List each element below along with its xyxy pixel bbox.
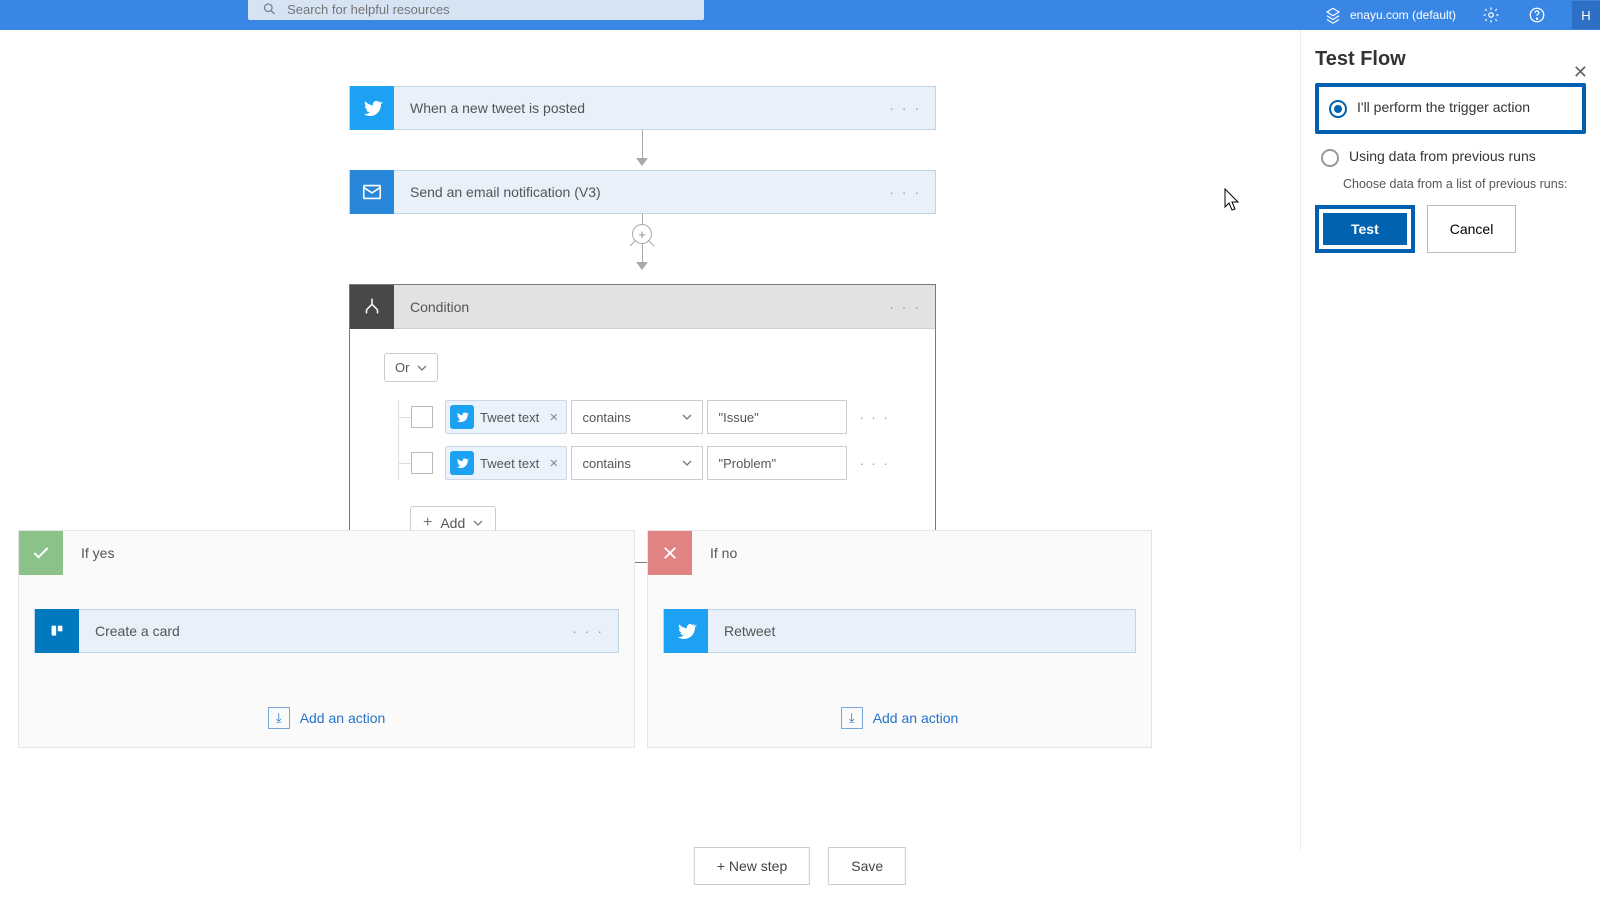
- token-label: Tweet text: [480, 456, 539, 471]
- card-menu-button[interactable]: · · ·: [889, 299, 921, 315]
- environment-name: enayu.com (default): [1350, 9, 1456, 22]
- trigger-card[interactable]: When a new tweet is posted · · ·: [349, 86, 936, 130]
- search-input[interactable]: [287, 2, 704, 17]
- add-action-icon: ⤓: [268, 707, 290, 729]
- bottom-button-row: + New step Save: [694, 847, 906, 885]
- condition-row: Tweet text ✕ contains "Problem" · · ·: [399, 446, 901, 480]
- trigger-title: When a new tweet is posted: [394, 100, 585, 116]
- test-option-previous-sublabel: Choose data from a list of previous runs…: [1343, 177, 1586, 191]
- mail-icon: [350, 170, 394, 214]
- dynamic-token[interactable]: Tweet text ✕: [445, 446, 567, 480]
- search-box[interactable]: [248, 0, 704, 20]
- gear-icon: [1482, 6, 1500, 24]
- value-input[interactable]: "Problem": [707, 446, 847, 480]
- close-icon: [648, 531, 692, 575]
- test-option-previous-label: Using data from previous runs: [1349, 148, 1536, 164]
- twitter-icon: [664, 609, 708, 653]
- twitter-icon: [350, 86, 394, 130]
- group-operator-label: Or: [395, 360, 409, 375]
- if-yes-header[interactable]: If yes: [19, 531, 634, 575]
- value-input[interactable]: "Issue": [707, 400, 847, 434]
- row-checkbox[interactable]: [411, 452, 433, 474]
- test-option-previous[interactable]: Using data from previous runs: [1315, 140, 1586, 175]
- email-action-card[interactable]: Send an email notification (V3) · · ·: [349, 170, 936, 214]
- condition-card[interactable]: Condition · · · Or Tweet text ✕: [349, 284, 936, 563]
- remove-token-button[interactable]: ✕: [549, 457, 558, 470]
- top-header: enayu.com (default) H: [0, 0, 1600, 30]
- group-operator-dropdown[interactable]: Or: [384, 353, 438, 382]
- add-action-label: Add an action: [300, 710, 386, 726]
- arrowhead-icon: [636, 262, 648, 270]
- no-action-title: Retweet: [708, 623, 775, 639]
- avatar[interactable]: H: [1572, 1, 1600, 29]
- radio-selected-icon: [1329, 100, 1347, 118]
- row-menu-button[interactable]: · · ·: [859, 410, 889, 425]
- operator-dropdown[interactable]: contains: [571, 400, 703, 434]
- card-menu-button[interactable]: · · ·: [889, 100, 921, 116]
- radio-unselected-icon: [1321, 149, 1339, 167]
- save-button[interactable]: Save: [828, 847, 906, 885]
- test-option-manual-label: I'll perform the trigger action: [1357, 99, 1530, 115]
- test-button[interactable]: Test: [1323, 213, 1407, 245]
- row-checkbox[interactable]: [411, 406, 433, 428]
- chevron-down-icon: [417, 363, 427, 373]
- connector-arrow-icon: [628, 238, 656, 250]
- remove-token-button[interactable]: ✕: [549, 411, 558, 424]
- chevron-down-icon: [682, 458, 692, 468]
- operator-label: contains: [582, 410, 630, 425]
- card-menu-button[interactable]: · · ·: [889, 184, 921, 200]
- panel-title: Test Flow: [1315, 48, 1586, 71]
- new-step-button[interactable]: + New step: [694, 847, 810, 885]
- chevron-down-icon: [682, 412, 692, 422]
- condition-title: Condition: [394, 299, 469, 315]
- card-menu-button[interactable]: · · ·: [572, 623, 604, 639]
- if-no-header[interactable]: If no: [648, 531, 1151, 575]
- add-label: Add: [440, 515, 465, 531]
- cancel-button[interactable]: Cancel: [1427, 205, 1517, 253]
- test-option-manual[interactable]: I'll perform the trigger action: [1323, 91, 1578, 126]
- add-action-button[interactable]: ⤓ Add an action: [663, 707, 1136, 729]
- if-yes-container: If yes Create a card · · · ⤓ Add an acti…: [18, 530, 635, 748]
- help-icon: [1528, 6, 1546, 24]
- close-panel-button[interactable]: ✕: [1573, 62, 1588, 83]
- value-text: "Problem": [718, 456, 776, 471]
- no-action-card[interactable]: Retweet: [663, 609, 1136, 653]
- if-no-title: If no: [692, 545, 737, 561]
- email-action-title: Send an email notification (V3): [394, 184, 601, 200]
- twitter-icon: [450, 405, 474, 429]
- if-yes-title: If yes: [63, 545, 114, 561]
- operator-dropdown[interactable]: contains: [571, 446, 703, 480]
- operator-label: contains: [582, 456, 630, 471]
- dynamic-token[interactable]: Tweet text ✕: [445, 400, 567, 434]
- arrowhead-icon: [636, 158, 648, 166]
- if-no-container: If no Retweet ⤓ Add an action: [647, 530, 1152, 748]
- search-icon: [262, 1, 277, 17]
- add-action-icon: ⤓: [841, 707, 863, 729]
- condition-header[interactable]: Condition · · ·: [350, 285, 935, 329]
- trello-icon: [35, 609, 79, 653]
- add-action-label: Add an action: [873, 710, 959, 726]
- value-text: "Issue": [718, 410, 758, 425]
- yes-action-title: Create a card: [79, 623, 180, 639]
- test-flow-panel: ✕ Test Flow I'll perform the trigger act…: [1300, 30, 1600, 850]
- chevron-down-icon: [473, 518, 483, 528]
- twitter-icon: [450, 451, 474, 475]
- settings-button[interactable]: [1480, 4, 1502, 26]
- add-action-button[interactable]: ⤓ Add an action: [34, 707, 619, 729]
- condition-body: Or Tweet text ✕ contains: [350, 329, 935, 562]
- row-menu-button[interactable]: · · ·: [859, 456, 889, 471]
- condition-row: Tweet text ✕ contains "Issue" · · ·: [399, 400, 901, 434]
- help-button[interactable]: [1526, 4, 1548, 26]
- yes-action-card[interactable]: Create a card · · ·: [34, 609, 619, 653]
- connector-line: [642, 130, 643, 160]
- token-label: Tweet text: [480, 410, 539, 425]
- environment-icon: [1324, 6, 1342, 24]
- condition-icon: [350, 285, 394, 329]
- environment-picker[interactable]: enayu.com (default): [1324, 6, 1456, 24]
- check-icon: [19, 531, 63, 575]
